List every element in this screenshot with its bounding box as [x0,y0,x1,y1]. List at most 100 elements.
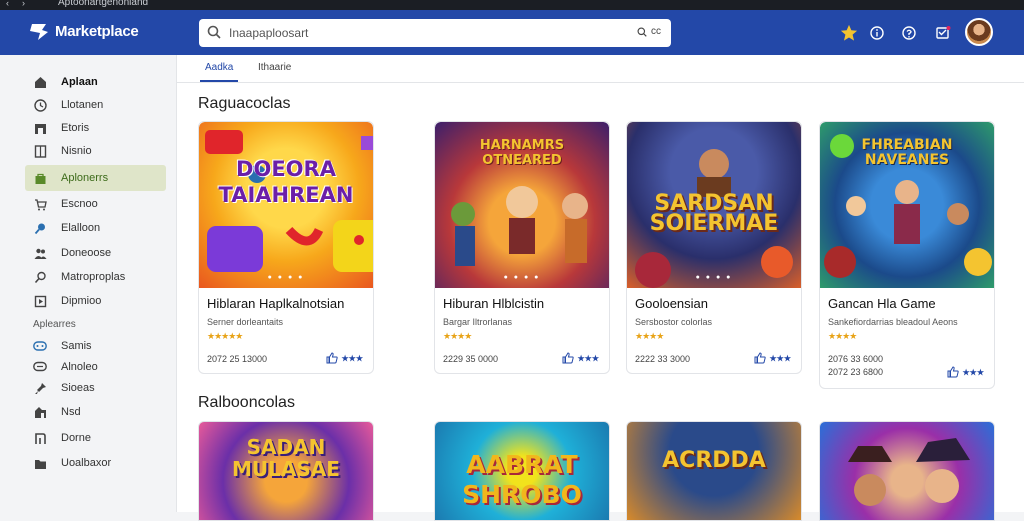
install-button[interactable]: ★★★ [754,352,791,364]
os-title-bar: ‹ › Aptoonartgenoniand [0,0,1024,10]
magnifier-icon [33,270,47,284]
app-thumbnail[interactable]: HARNAMRS OTNEARED ● ● ● ● [435,122,609,288]
app-thumbnail[interactable]: DOEORA TAIAHREAN ● ● ● ● [199,122,373,288]
app-card[interactable]: AABRAT SHROBO [434,421,610,521]
sidebar: Aplaan Llotanen Etoris Nisnio Aplonerrs … [0,55,177,512]
sidebar-item-label: Elalloon [61,222,101,234]
app-card[interactable]: HARNAMRS OTNEARED ● ● ● ● Hiburan Hlblcis… [434,121,610,374]
sidebar-item-puzzle[interactable]: Nsd [25,399,166,425]
os-title: Aptoonartgenoniand [58,0,149,8]
card-title[interactable]: Gooloensian [635,296,708,311]
sidebar-item-people[interactable]: Doneoose [25,240,166,266]
thumbs-up-icon [326,352,339,364]
game-art [848,438,970,506]
home-icon [33,75,47,89]
app-card[interactable]: SADAN MULASAE [198,421,374,521]
sidebar-item-label: Aplonerrs [61,172,109,184]
avatar[interactable] [965,18,993,46]
card-meta: 2222 33 3000 [635,354,691,364]
search-options[interactable]: cc [637,26,661,37]
app-thumbnail[interactable]: SARDSAN SOIERMAE ● ● ● ● [627,122,801,288]
sidebar-item-display[interactable]: Dipmioo [25,288,166,314]
install-button[interactable]: ★★★ [562,352,599,364]
section-title: Ralbooncolas [198,394,295,411]
app-card[interactable]: SARDSAN SOIERMAE ● ● ● ● Gooloensian Sers… [626,121,802,374]
thumbnail-title: ACRDDA [662,448,766,473]
info-icon[interactable] [866,22,888,44]
message-icon[interactable] [932,22,954,44]
search-shortcut: cc [651,26,661,37]
tab-aadka[interactable]: Aadka [205,62,233,73]
forward-arrow-icon[interactable]: › [22,0,25,8]
carousel-dots[interactable]: ● ● ● ● [199,274,373,281]
sidebar-item-magnifier[interactable]: Matroproplas [25,264,166,290]
sidebar-item-cart[interactable]: Escnoo [25,191,166,217]
sidebar-item-label: Dorne [61,432,91,444]
thumbs-up-icon [562,352,575,364]
card-meta: 2076 33 6000 [828,354,884,364]
sidebar-item-label: Aplaan [61,76,98,88]
sidebar-item-label: Matroproplas [61,271,126,283]
tab-ithaarie[interactable]: Ithaarie [258,62,291,73]
star-icon[interactable] [838,22,860,44]
gamepad-icon [33,339,47,353]
install-label: ★★★ [962,367,984,377]
sidebar-item-label: Nsd [61,406,81,418]
store-icon [33,121,47,135]
sidebar-item-pins[interactable]: Sioeas [25,375,166,401]
cart-icon [33,197,47,211]
card-subtitle: Sersbostor colorlas [635,317,713,327]
sidebar-item-label: Dipmioo [61,295,102,307]
install-button[interactable]: ★★★ [947,366,984,378]
sidebar-item-label: Sioeas [61,382,95,394]
card-title[interactable]: Hiblaran Haplkalnotsian [207,296,344,311]
rating-stars: ★★★★ [635,331,664,341]
sidebar-item-explore[interactable]: Elalloon [25,215,166,241]
chat-icon [33,360,47,374]
sidebar-item-applications[interactable]: Aplonerrs [25,165,166,191]
sidebar-item-flag[interactable]: Dorne [25,425,166,451]
thumbnail-title: AABRAT SHROBO [462,450,582,509]
sidebar-item-label: Llotanen [61,99,104,111]
app-card[interactable]: ACRDDA [626,421,802,521]
carousel-dots[interactable]: ● ● ● ● [435,274,609,281]
search-submit-icon[interactable] [637,27,647,37]
card-subtitle: Bargar Iltrorlanas [443,317,513,327]
card-meta: 2072 25 13000 [207,354,268,364]
people-icon [33,246,47,260]
top-bar: Marketplace cc [0,10,1024,55]
card-subtitle: Serner dorleantaits [207,317,284,327]
marketplace-logo-icon[interactable] [28,22,50,42]
pin-icon [33,381,47,395]
sidebar-item-label: Alnoleo [61,361,98,373]
app-card[interactable]: DOEORA TAIAHREAN ● ● ● ● Hiblaran Haplkal… [198,121,374,374]
section-title: Raguacoclas [198,95,291,112]
rating-stars: ★★★★ [443,331,472,341]
sidebar-item-folder[interactable]: Uoalbaxor [25,450,166,476]
search-bar[interactable]: cc [199,19,671,47]
search-icon [33,221,47,235]
monitor-icon [33,294,47,308]
app-thumbnail[interactable]: FHREABIAN NAVEANES [820,122,994,288]
card-meta: 2072 23 6800 [828,367,884,377]
sidebar-item-documents[interactable]: Nisnio [25,138,166,164]
sidebar-item-label: Escnoo [61,198,98,210]
active-tab-indicator [200,80,238,82]
sidebar-item-label: Samis [61,340,92,352]
back-arrow-icon[interactable]: ‹ [6,0,9,8]
app-name[interactable]: Marketplace [55,23,139,40]
sidebar-item-label: Nisnio [61,145,92,157]
app-card[interactable]: FHREABIAN NAVEANES Gancan Hla Game Sankef… [819,121,995,389]
main-content: Aadka Ithaarie Raguacoclas DOEORA TAIAHRE… [177,55,1024,521]
sidebar-section-header: Aplearres [33,319,76,330]
install-button[interactable]: ★★★ [326,352,363,364]
help-icon[interactable] [898,22,920,44]
install-label: ★★★ [577,353,599,363]
app-card[interactable] [819,421,995,521]
card-title[interactable]: Gancan Hla Game [828,296,936,311]
carousel-dots[interactable]: ● ● ● ● [627,274,801,281]
card-title[interactable]: Hiburan Hlblcistin [443,296,544,311]
search-input[interactable] [229,24,609,42]
thumbnail-title: DOEORA TAIAHREAN [218,157,354,207]
install-label: ★★★ [341,353,363,363]
